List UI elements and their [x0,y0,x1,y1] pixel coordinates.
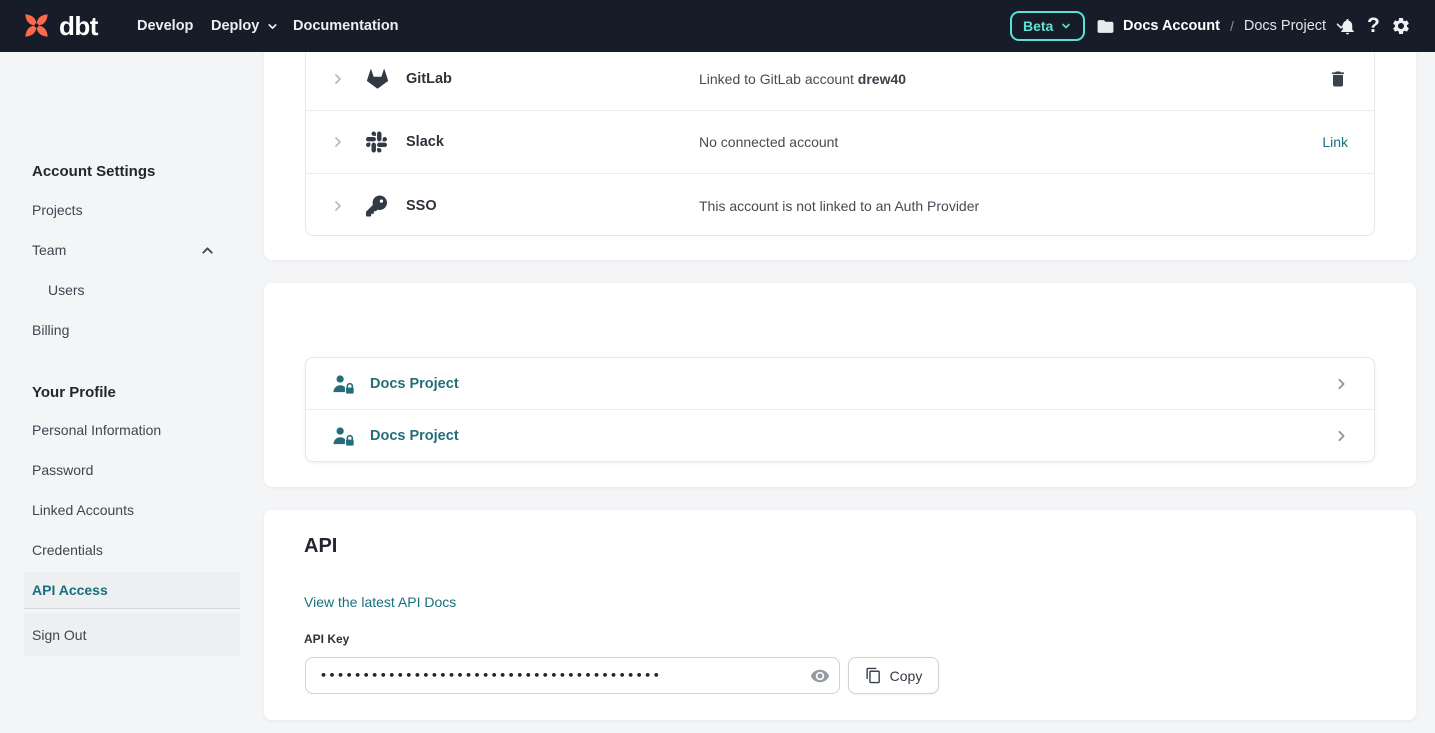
bell-icon [1338,17,1357,36]
sidebar-item-billing[interactable]: Billing [32,322,69,338]
api-key-field-wrap [305,657,840,694]
sidebar-section-account-settings: Account Settings [32,163,155,180]
beta-label: Beta [1023,18,1053,34]
sidebar-item-users[interactable]: Users [48,282,85,298]
breadcrumb: Docs Account / Docs Project [1096,0,1348,52]
show-key-eye-icon[interactable] [810,666,830,686]
chevron-up-icon[interactable] [199,242,216,264]
nav-item-develop[interactable]: Develop [137,0,193,52]
provider-status: Linked to GitLab account drew40 [699,71,906,87]
gitlab-icon [366,68,389,91]
delete-button[interactable] [1328,69,1348,89]
status-text: Linked to GitLab account [699,71,854,87]
copy-icon [865,667,882,684]
credential-project-link[interactable]: Docs Project [370,376,459,392]
api-key-label: API Key [304,632,349,646]
chevron-down-icon [1060,20,1072,32]
credential-project-link[interactable]: Docs Project [370,428,459,444]
gear-icon [1391,16,1411,36]
slack-icon [366,132,387,153]
nav-item-label: Develop [137,18,193,34]
nav-item-label: Documentation [293,18,399,34]
sidebar-item-label: Sign Out [32,627,86,643]
notifications-button[interactable] [1338,0,1357,52]
provider-status: This account is not linked to an Auth Pr… [699,198,979,214]
credential-row[interactable]: Docs Project [306,410,1374,462]
dbt-logo-text: dbt [59,13,98,39]
credential-row[interactable]: Docs Project [306,358,1374,410]
chevron-right-icon[interactable] [330,134,346,150]
linked-accounts-table: GitLab Linked to GitLab account drew40 [305,47,1375,236]
user-lock-icon [332,372,355,395]
chevron-right-icon[interactable] [330,198,346,214]
dbt-cloud-settings-screen: GitLab Linked to GitLab account drew40 [0,0,1435,733]
nav-item-label: Deploy [211,18,259,34]
help-button[interactable]: ? [1367,0,1380,52]
credentials-card: Credentials Docs Project [264,283,1416,487]
table-row-slack[interactable]: Slack No connected account Link [306,111,1374,174]
top-navbar: dbt Develop Deploy Documentation Beta Do… [0,0,1435,52]
row-action: Link [1322,134,1348,150]
link-account-button[interactable]: Link [1322,134,1348,150]
row-action [1328,69,1348,89]
breadcrumb-account[interactable]: Docs Account [1123,18,1220,34]
provider-status: No connected account [699,134,838,150]
sidebar-item-api-access[interactable]: API Access [24,572,240,609]
copy-button-label: Copy [890,668,923,684]
api-card: API View the latest API Docs API Key Cop… [264,510,1416,720]
sidebar-item-credentials[interactable]: Credentials [32,542,103,558]
sidebar-item-linked-accounts[interactable]: Linked Accounts [32,502,134,518]
copy-button[interactable]: Copy [848,657,939,694]
status-account-name: drew40 [858,71,906,87]
sidebar-section-your-profile: Your Profile [32,384,116,401]
breadcrumb-separator: / [1228,18,1236,34]
nav-item-documentation[interactable]: Documentation [293,0,399,52]
dbt-logo-icon [21,10,52,41]
chevron-right-icon[interactable] [1333,375,1350,392]
key-icon [366,195,387,216]
sidebar-item-personal-information[interactable]: Personal Information [32,422,161,438]
provider-name: Slack [406,134,444,150]
nav-item-deploy[interactable]: Deploy [211,0,279,52]
beta-dropdown[interactable]: Beta [1010,11,1085,41]
provider-name: SSO [406,198,437,214]
api-title: API [304,535,337,558]
sidebar-item-password[interactable]: Password [32,462,93,478]
sidebar-item-label: API Access [32,582,108,598]
chevron-down-icon [266,20,279,33]
api-docs-link[interactable]: View the latest API Docs [304,594,456,610]
sidebar-item-sign-out[interactable]: Sign Out [24,613,240,656]
provider-name: GitLab [406,71,452,87]
settings-button[interactable] [1391,0,1411,52]
api-key-input[interactable] [305,657,840,694]
settings-sidebar: Account Settings Projects Team Users Bil… [0,52,263,733]
chevron-right-icon[interactable] [330,71,346,87]
sidebar-item-projects[interactable]: Projects [32,202,83,218]
user-lock-icon [332,425,355,448]
breadcrumb-project[interactable]: Docs Project [1244,18,1326,34]
chevron-right-icon[interactable] [1333,428,1350,445]
question-mark-icon: ? [1367,14,1380,38]
table-row-sso[interactable]: SSO This account is not linked to an Aut… [306,174,1374,237]
folder-icon [1096,17,1115,36]
credentials-table: Docs Project Docs Project [305,357,1375,462]
table-row-gitlab[interactable]: GitLab Linked to GitLab account drew40 [306,48,1374,111]
dbt-logo[interactable]: dbt [21,10,98,41]
sidebar-item-team[interactable]: Team [32,242,66,258]
